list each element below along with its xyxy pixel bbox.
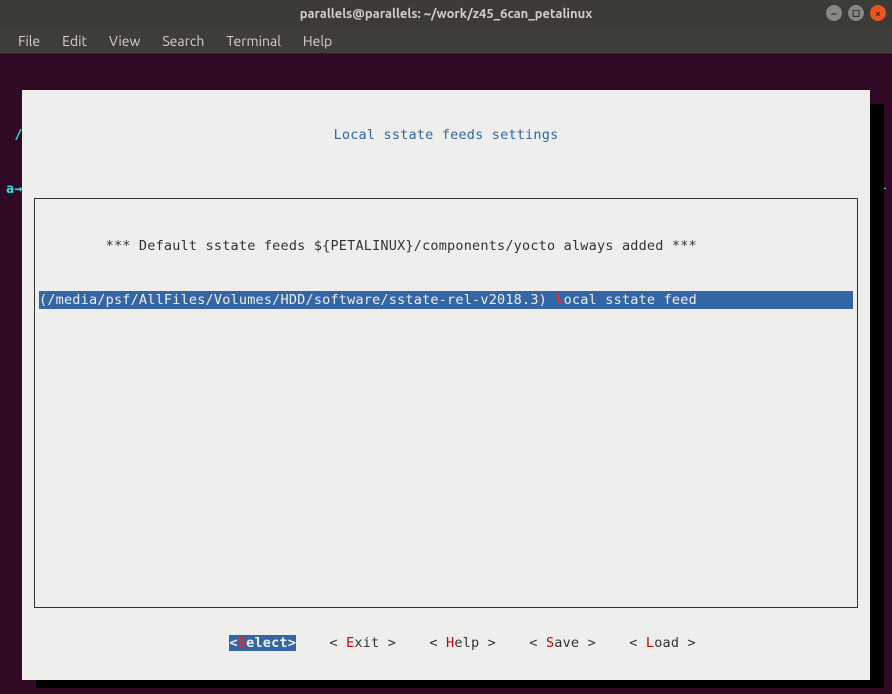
menu-item-path: (/media/psf/AllFiles/Volumes/HDD/softwar… [39,292,555,308]
menu-search[interactable]: Search [152,31,214,51]
terminal[interactable]: /home/parallels/work/z45_6can_petalinux/… [0,54,892,694]
load-button[interactable]: < Load > [629,635,696,651]
titlebar: parallels@parallels: ~/work/z45_6can_pet… [0,0,892,28]
maximize-icon[interactable]: ◻ [848,5,864,21]
menu-item-local-sstate-feed[interactable]: (/media/psf/AllFiles/Volumes/HDD/softwar… [39,291,853,309]
menu-view[interactable]: View [99,31,150,51]
menu-terminal[interactable]: Terminal [216,31,291,51]
breadcrumb-prefix: a [6,180,14,198]
menu-item-hotkey: l [555,292,563,308]
select-button[interactable]: <Select> [229,635,296,651]
menu-edit[interactable]: Edit [52,31,97,51]
close-icon[interactable]: × [870,5,886,21]
menu-box: *** Default sstate feeds ${PETALINUX}/co… [34,198,858,608]
window-controls: – ◻ × [826,5,886,21]
menu-file[interactable]: File [8,31,50,51]
shadow [870,104,884,688]
menu-help[interactable]: Help [293,31,342,51]
menubar: File Edit View Search Terminal Help [0,28,892,54]
save-button[interactable]: < Save > [529,635,596,651]
menu-item-tail: ocal sstate feed [564,292,697,308]
window-title: parallels@parallels: ~/work/z45_6can_pet… [300,7,593,21]
button-row: <Select> < Exit > < Help > < Save > < Lo… [22,634,870,652]
minimize-icon[interactable]: – [826,5,842,21]
menu-header-line: *** Default sstate feeds ${PETALINUX}/co… [35,237,857,255]
help-button[interactable]: < Help > [429,635,496,651]
exit-button[interactable]: < Exit > [329,635,396,651]
dialog-title: Local sstate feeds settings [22,126,870,144]
dialog: Local sstate feeds settings Arrow keys n… [22,90,870,680]
